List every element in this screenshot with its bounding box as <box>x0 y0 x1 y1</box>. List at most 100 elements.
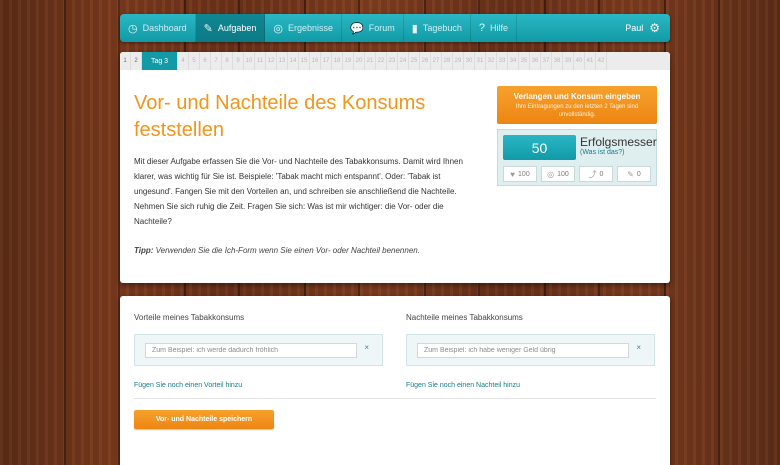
nav-item-label: Aufgaben <box>217 23 257 33</box>
save-button[interactable]: Vor- und Nachteile speichern <box>134 410 274 429</box>
cta-title: Verlangen und Konsum eingeben <box>513 92 641 101</box>
user-name: Paul <box>625 23 644 33</box>
day-tab[interactable]: 2 <box>131 52 142 70</box>
gear-icon[interactable]: ⚙ <box>649 21 660 35</box>
day-tab[interactable]: 23 <box>387 52 398 70</box>
remove-icon[interactable]: × <box>364 343 369 352</box>
clock-icon: ◷ <box>128 22 138 35</box>
stat-value: 0 <box>636 170 641 178</box>
chat-icon: 💬 <box>350 22 364 35</box>
pencil-icon: ✎ <box>627 169 634 179</box>
day-tab[interactable]: 41 <box>585 52 596 70</box>
nav-item-forum[interactable]: 💬 Forum <box>342 14 404 42</box>
success-score: 50 <box>503 135 576 160</box>
day-tab[interactable]: 21 <box>365 52 376 70</box>
question-icon: ? <box>478 22 485 34</box>
task-description: Mit dieser Aufgabe erfassen Sie die Vor-… <box>134 157 463 226</box>
day-tab[interactable]: 37 <box>541 52 552 70</box>
nav-item-aufgaben[interactable]: ✎ Aufgaben <box>195 14 266 42</box>
nav-item-tagebuch[interactable]: ▮ Tagebuch <box>404 14 471 42</box>
cons-input[interactable] <box>417 343 629 358</box>
day-tab[interactable]: 12 <box>266 52 277 70</box>
day-tab[interactable]: 7 <box>211 52 222 70</box>
stat-value: 100 <box>518 170 530 178</box>
pros-cons-form: Vorteile meines Tabakkonsums × Fügen Sie… <box>120 296 670 465</box>
pros-entry-box: × <box>134 334 383 366</box>
page-title: Vor- und Nachteile des Konsums feststell… <box>134 92 426 141</box>
day-progress-bar: 1 2 Tag 3 4 5 6 7 8 9 10 11 12 13 14 15 16 17 18 19 20 21 22 2… <box>120 52 670 70</box>
day-tab[interactable]: 27 <box>431 52 442 70</box>
day-tab[interactable]: 29 <box>453 52 464 70</box>
cta-subtitle: Ihre Eintragungen zu den letzten 2 Tagen… <box>515 104 639 118</box>
target-icon: ◎ <box>273 22 284 35</box>
day-tab[interactable]: 38 <box>552 52 563 70</box>
day-tab[interactable]: 34 <box>508 52 519 70</box>
pros-title: Vorteile meines Tabakkonsums <box>134 313 245 322</box>
day-tab[interactable]: 14 <box>288 52 299 70</box>
success-meter-title: Erfolgsmesser <box>580 135 657 149</box>
remove-icon[interactable]: × <box>636 343 641 352</box>
nav-item-dashboard[interactable]: ◷ Dashboard <box>120 14 196 42</box>
what-is-this-link[interactable]: (Was ist das?) <box>580 149 624 156</box>
day-tab[interactable]: 5 <box>189 52 200 70</box>
day-tab[interactable]: 26 <box>420 52 431 70</box>
day-tab[interactable]: 33 <box>497 52 508 70</box>
day-tab[interactable]: 40 <box>574 52 585 70</box>
nav-item-label: Dashboard <box>142 23 187 33</box>
success-meter-widget: 50 Erfolgsmesser (Was ist das?) ♥ 100 ◎ … <box>497 129 657 186</box>
pros-input[interactable] <box>145 343 357 358</box>
day-tab[interactable]: 28 <box>442 52 453 70</box>
chart-icon: ⤴ <box>588 169 597 179</box>
day-tab[interactable]: 39 <box>563 52 574 70</box>
day-tab-active[interactable]: Tag 3 <box>142 52 178 70</box>
day-tab[interactable]: 13 <box>277 52 288 70</box>
stat-value: 100 <box>557 170 569 178</box>
top-nav-bar: ◷ Dashboard ✎ Aufgaben ◎ Ergebnisse 💬 Fo… <box>120 14 670 42</box>
day-tab[interactable]: 30 <box>464 52 475 70</box>
day-tab[interactable]: 9 <box>233 52 244 70</box>
day-tab[interactable]: 8 <box>222 52 233 70</box>
task-card: 1 2 Tag 3 4 5 6 7 8 9 10 11 12 13 14 15 16 17 18 19 20 21 22 2… <box>120 52 670 283</box>
add-con-link[interactable]: Fügen Sie noch einen Nachteil hinzu <box>406 382 520 389</box>
day-tab[interactable]: 10 <box>244 52 255 70</box>
day-tab[interactable]: 36 <box>530 52 541 70</box>
nav-item-hilfe[interactable]: ? Hilfe <box>471 14 518 42</box>
day-tab[interactable]: 20 <box>354 52 365 70</box>
day-tab[interactable]: 25 <box>409 52 420 70</box>
day-tab[interactable]: 32 <box>486 52 497 70</box>
stat-health: ♥ 100 <box>503 166 537 182</box>
cons-title: Nachteile meines Tabakkonsums <box>406 313 523 322</box>
add-pro-link[interactable]: Fügen Sie noch einen Vorteil hinzu <box>134 382 242 389</box>
nav-item-label: Tagebuch <box>422 23 462 33</box>
day-tab[interactable]: 17 <box>321 52 332 70</box>
day-tab[interactable]: 24 <box>398 52 409 70</box>
day-tab[interactable]: 35 <box>519 52 530 70</box>
stat-value: 0 <box>599 170 604 178</box>
day-tab[interactable]: 15 <box>299 52 310 70</box>
enter-consumption-button[interactable]: Verlangen und Konsum eingeben Ihre Eintr… <box>497 86 657 124</box>
target-icon: ◎ <box>547 169 555 179</box>
tip-text: Verwenden Sie die Ich-Form wenn Sie eine… <box>155 246 420 255</box>
day-tab[interactable]: 22 <box>376 52 387 70</box>
day-tab[interactable]: 18 <box>332 52 343 70</box>
nav-item-ergebnisse[interactable]: ◎ Ergebnisse <box>265 14 343 42</box>
nav-item-label: Forum <box>368 23 395 33</box>
nav-item-label: Hilfe <box>490 23 509 33</box>
day-tab[interactable]: 11 <box>255 52 266 70</box>
day-tab[interactable]: 16 <box>310 52 321 70</box>
stat-entries: ✎ 0 <box>617 166 651 182</box>
pencil-icon: ✎ <box>203 22 213 35</box>
day-tab[interactable]: 4 <box>178 52 189 70</box>
heart-icon: ♥ <box>510 169 516 179</box>
day-tab[interactable]: 1 <box>120 52 131 70</box>
user-menu[interactable]: Paul ⚙ <box>625 21 670 35</box>
cons-entry-box: × <box>406 334 655 366</box>
stat-chart: ⤴ 0 <box>579 166 613 182</box>
day-tab[interactable]: 19 <box>343 52 354 70</box>
day-tab[interactable]: 6 <box>200 52 211 70</box>
day-tab[interactable]: 42 <box>596 52 607 70</box>
day-tab[interactable]: 31 <box>475 52 486 70</box>
stat-row: ♥ 100 ◎ 100 ⤴ 0 ✎ 0 <box>503 166 651 182</box>
tip-label: Tipp: <box>134 246 154 255</box>
divider <box>134 398 656 399</box>
